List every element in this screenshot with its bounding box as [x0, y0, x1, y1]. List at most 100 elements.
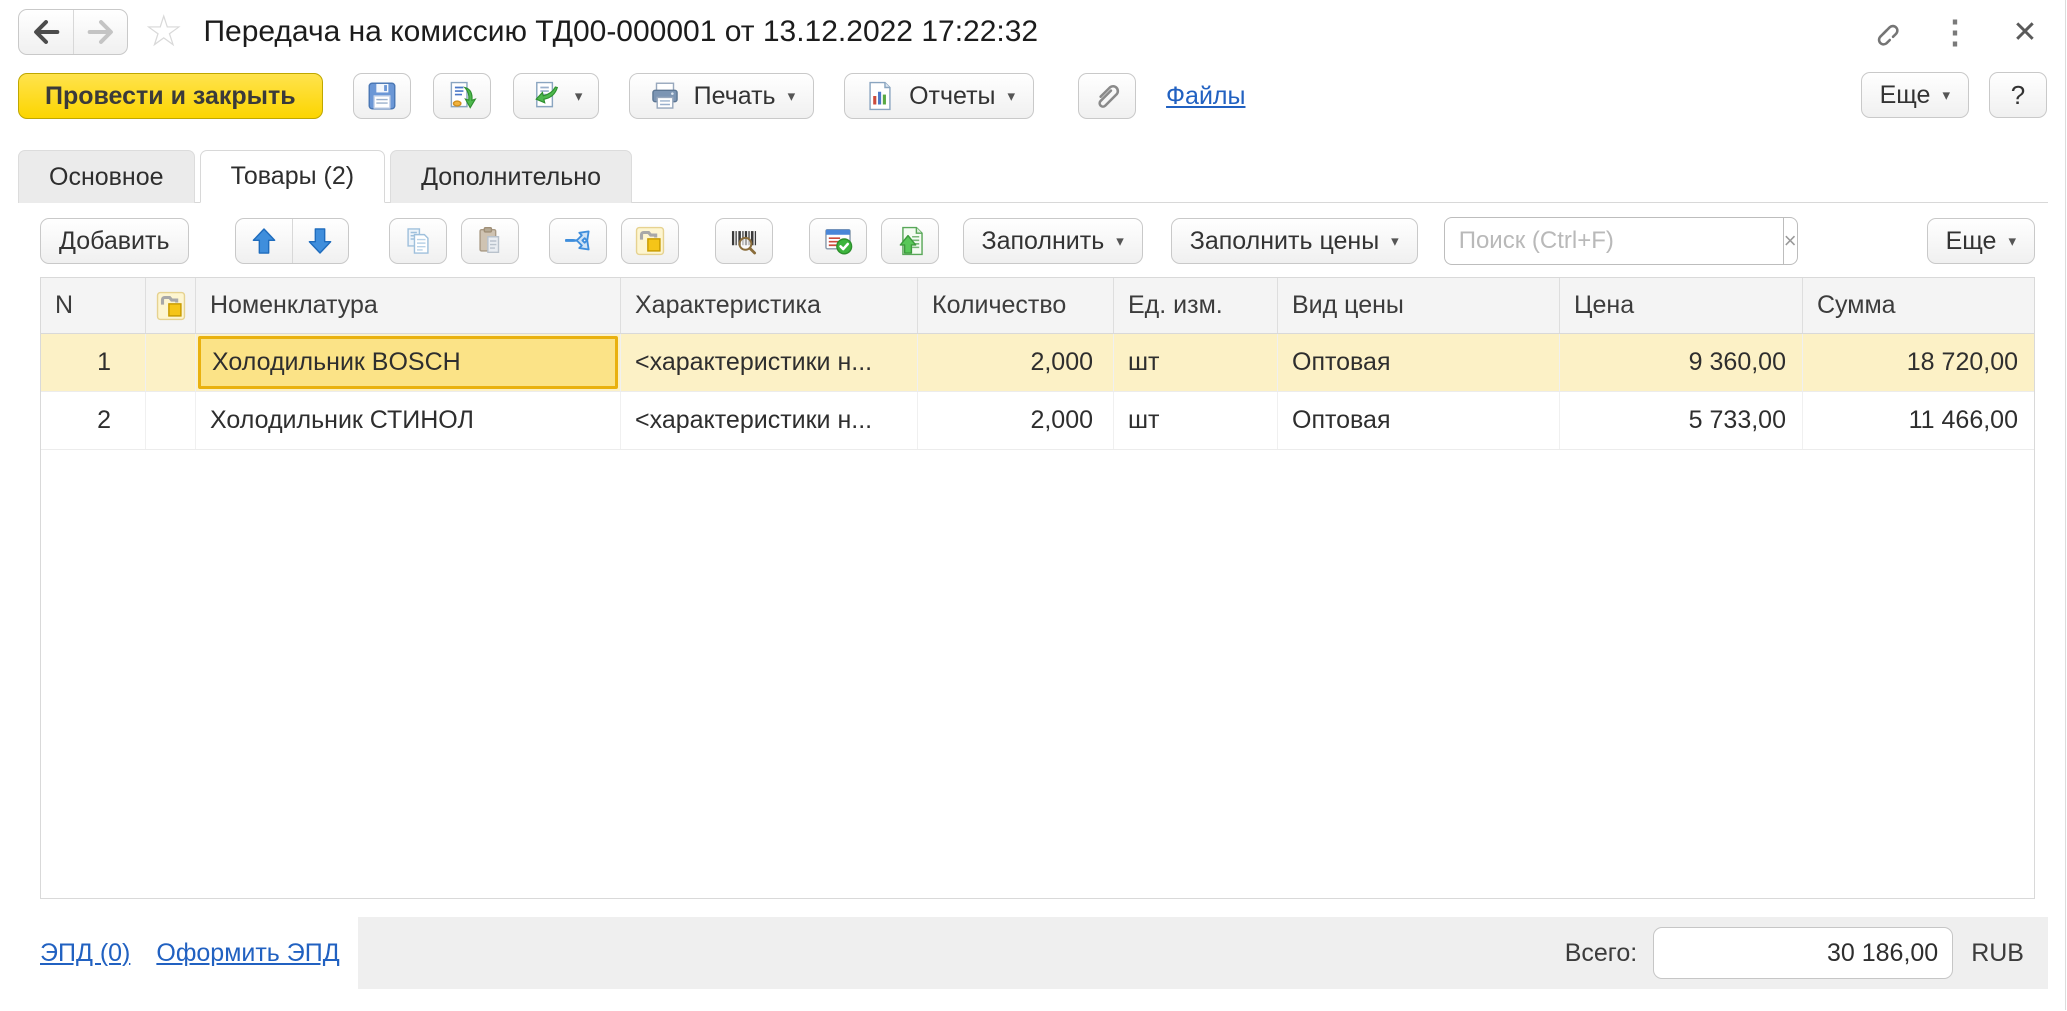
paste-icon	[473, 224, 507, 258]
cell-nomenclature[interactable]: Холодильник СТИНОЛ	[196, 392, 621, 449]
cell-nomenclature[interactable]: Холодильник BOSCH	[196, 334, 621, 391]
save-button[interactable]	[353, 73, 411, 119]
table-row[interactable]: 1 Холодильник BOSCH <характеристики н...…	[41, 334, 2034, 392]
epd-link[interactable]: ЭПД (0)	[40, 939, 130, 968]
post-and-close-button[interactable]: Провести и закрыть	[18, 73, 323, 119]
create-based-on-button[interactable]: ▾	[513, 73, 599, 119]
fill-prices-button[interactable]: Заполнить цены ▾	[1171, 218, 1418, 264]
column-header-characteristic: Характеристика	[621, 278, 918, 333]
column-header-price: Цена	[1560, 278, 1803, 333]
chevron-down-icon: ▾	[1116, 232, 1124, 250]
attachments-button[interactable]	[1078, 73, 1136, 119]
split-rows-button[interactable]	[549, 218, 607, 264]
column-header-sum: Сумма	[1803, 278, 2034, 333]
titlebar: ☆ Передача на комиссию ТД00-000001 от 13…	[0, 0, 2065, 56]
files-link[interactable]: Файлы	[1166, 82, 1245, 111]
goods-table: N Номенклатура Характеристика Количество…	[40, 277, 2035, 899]
column-header-price-type: Вид цены	[1278, 278, 1560, 333]
load-rows-button[interactable]	[881, 218, 939, 264]
table-toolbar: Добавить	[40, 215, 2035, 267]
chevron-down-icon: ▾	[788, 87, 796, 105]
cell-sum[interactable]: 18 720,00	[1803, 334, 2034, 391]
save-floppy-icon	[365, 79, 399, 113]
active-cell[interactable]: Холодильник BOSCH	[198, 336, 618, 389]
get-link-icon[interactable]	[1865, 12, 1905, 52]
check-fill-button[interactable]	[809, 218, 867, 264]
column-header-n: N	[41, 278, 146, 333]
move-row-up-button[interactable]	[236, 219, 292, 263]
arrow-up-icon	[247, 224, 281, 258]
add-row-button[interactable]: Добавить	[40, 218, 189, 264]
cell-price[interactable]: 9 360,00	[1560, 334, 1803, 391]
cell-price[interactable]: 5 733,00	[1560, 392, 1803, 449]
search-input[interactable]	[1444, 217, 1783, 265]
forward-button[interactable]	[73, 10, 127, 54]
table-more-button[interactable]: Еще ▾	[1927, 218, 2035, 264]
currency-label: RUB	[1971, 939, 2024, 968]
column-header-group	[146, 278, 196, 333]
print-button[interactable]: Печать ▾	[629, 73, 814, 119]
help-button[interactable]: ?	[1989, 72, 2047, 118]
total-panel: Всего: 30 186,00 RUB	[358, 917, 2048, 989]
close-icon[interactable]: ✕	[2005, 12, 2045, 52]
reports-chart-icon	[863, 79, 897, 113]
more-button[interactable]: Еще ▾	[1861, 72, 1969, 118]
cell-sum[interactable]: 11 466,00	[1803, 392, 2034, 449]
table-row[interactable]: 2 Холодильник СТИНОЛ <характеристики н..…	[41, 392, 2034, 450]
paste-rows-button[interactable]	[461, 218, 519, 264]
cell-group-marker[interactable]	[146, 392, 196, 449]
cell-characteristic[interactable]: <характеристики н...	[621, 392, 918, 449]
cell-quantity[interactable]: 2,000	[918, 334, 1114, 391]
chevron-down-icon: ▾	[575, 87, 583, 105]
chevron-down-icon: ▾	[1391, 232, 1399, 250]
document-window: ☆ Передача на комиссию ТД00-000001 от 13…	[0, 0, 2066, 1010]
change-group-button[interactable]	[621, 218, 679, 264]
cell-unit[interactable]: шт	[1114, 392, 1278, 449]
column-header-unit: Ед. изм.	[1114, 278, 1278, 333]
chevron-down-icon: ▾	[2008, 232, 2016, 250]
column-header-quantity: Количество	[918, 278, 1114, 333]
toolbar-right: Еще ▾ ?	[1861, 72, 2047, 118]
copy-rows-button[interactable]	[389, 218, 447, 264]
group-column-icon	[154, 289, 188, 323]
cell-row-number[interactable]: 2	[41, 392, 146, 449]
barcode-search-button[interactable]	[715, 218, 773, 264]
chevron-down-icon: ▾	[1942, 86, 1950, 104]
tab-main[interactable]: Основное	[18, 150, 195, 203]
column-header-nomenclature: Номенклатура	[196, 278, 621, 333]
favorite-star-icon[interactable]: ☆	[144, 10, 183, 54]
move-row-group	[235, 218, 349, 264]
forward-arrow-icon	[84, 15, 118, 49]
fill-button[interactable]: Заполнить ▾	[963, 218, 1143, 264]
reports-button[interactable]: Отчеты ▾	[844, 73, 1034, 119]
search-clear-button[interactable]: ×	[1783, 217, 1798, 265]
nav-history-group	[18, 9, 128, 55]
document-upload-icon	[893, 224, 927, 258]
cell-price-type[interactable]: Оптовая	[1278, 392, 1560, 449]
back-arrow-icon	[29, 15, 63, 49]
chevron-down-icon: ▾	[1008, 87, 1016, 105]
cell-characteristic[interactable]: <характеристики н...	[621, 334, 918, 391]
form-footer: ЭПД (0) Оформить ЭПД Всего: 30 186,00 RU…	[40, 917, 2048, 989]
search-group: ×	[1444, 217, 1792, 265]
main-toolbar: Провести и закрыть ▾ Печать ▾	[18, 72, 2047, 120]
cell-quantity[interactable]: 2,000	[918, 392, 1114, 449]
post-document-icon	[445, 79, 479, 113]
total-label: Всего:	[1565, 939, 1638, 968]
cell-unit[interactable]: шт	[1114, 334, 1278, 391]
barcode-icon	[727, 224, 761, 258]
cell-group-marker[interactable]	[146, 334, 196, 391]
printer-icon	[648, 79, 682, 113]
back-button[interactable]	[19, 10, 73, 54]
post-document-button[interactable]	[433, 73, 491, 119]
branch-arrows-icon	[561, 224, 595, 258]
cell-price-type[interactable]: Оптовая	[1278, 334, 1560, 391]
move-row-down-button[interactable]	[292, 219, 348, 263]
cell-row-number[interactable]: 1	[41, 334, 146, 391]
tab-goods[interactable]: Товары (2)	[200, 150, 386, 203]
kebab-menu-icon[interactable]: ⋮	[1935, 12, 1975, 52]
epd-create-link[interactable]: Оформить ЭПД	[156, 939, 339, 968]
table-check-icon	[821, 224, 855, 258]
total-value-field: 30 186,00	[1653, 927, 1953, 979]
tab-extra[interactable]: Дополнительно	[390, 150, 632, 203]
